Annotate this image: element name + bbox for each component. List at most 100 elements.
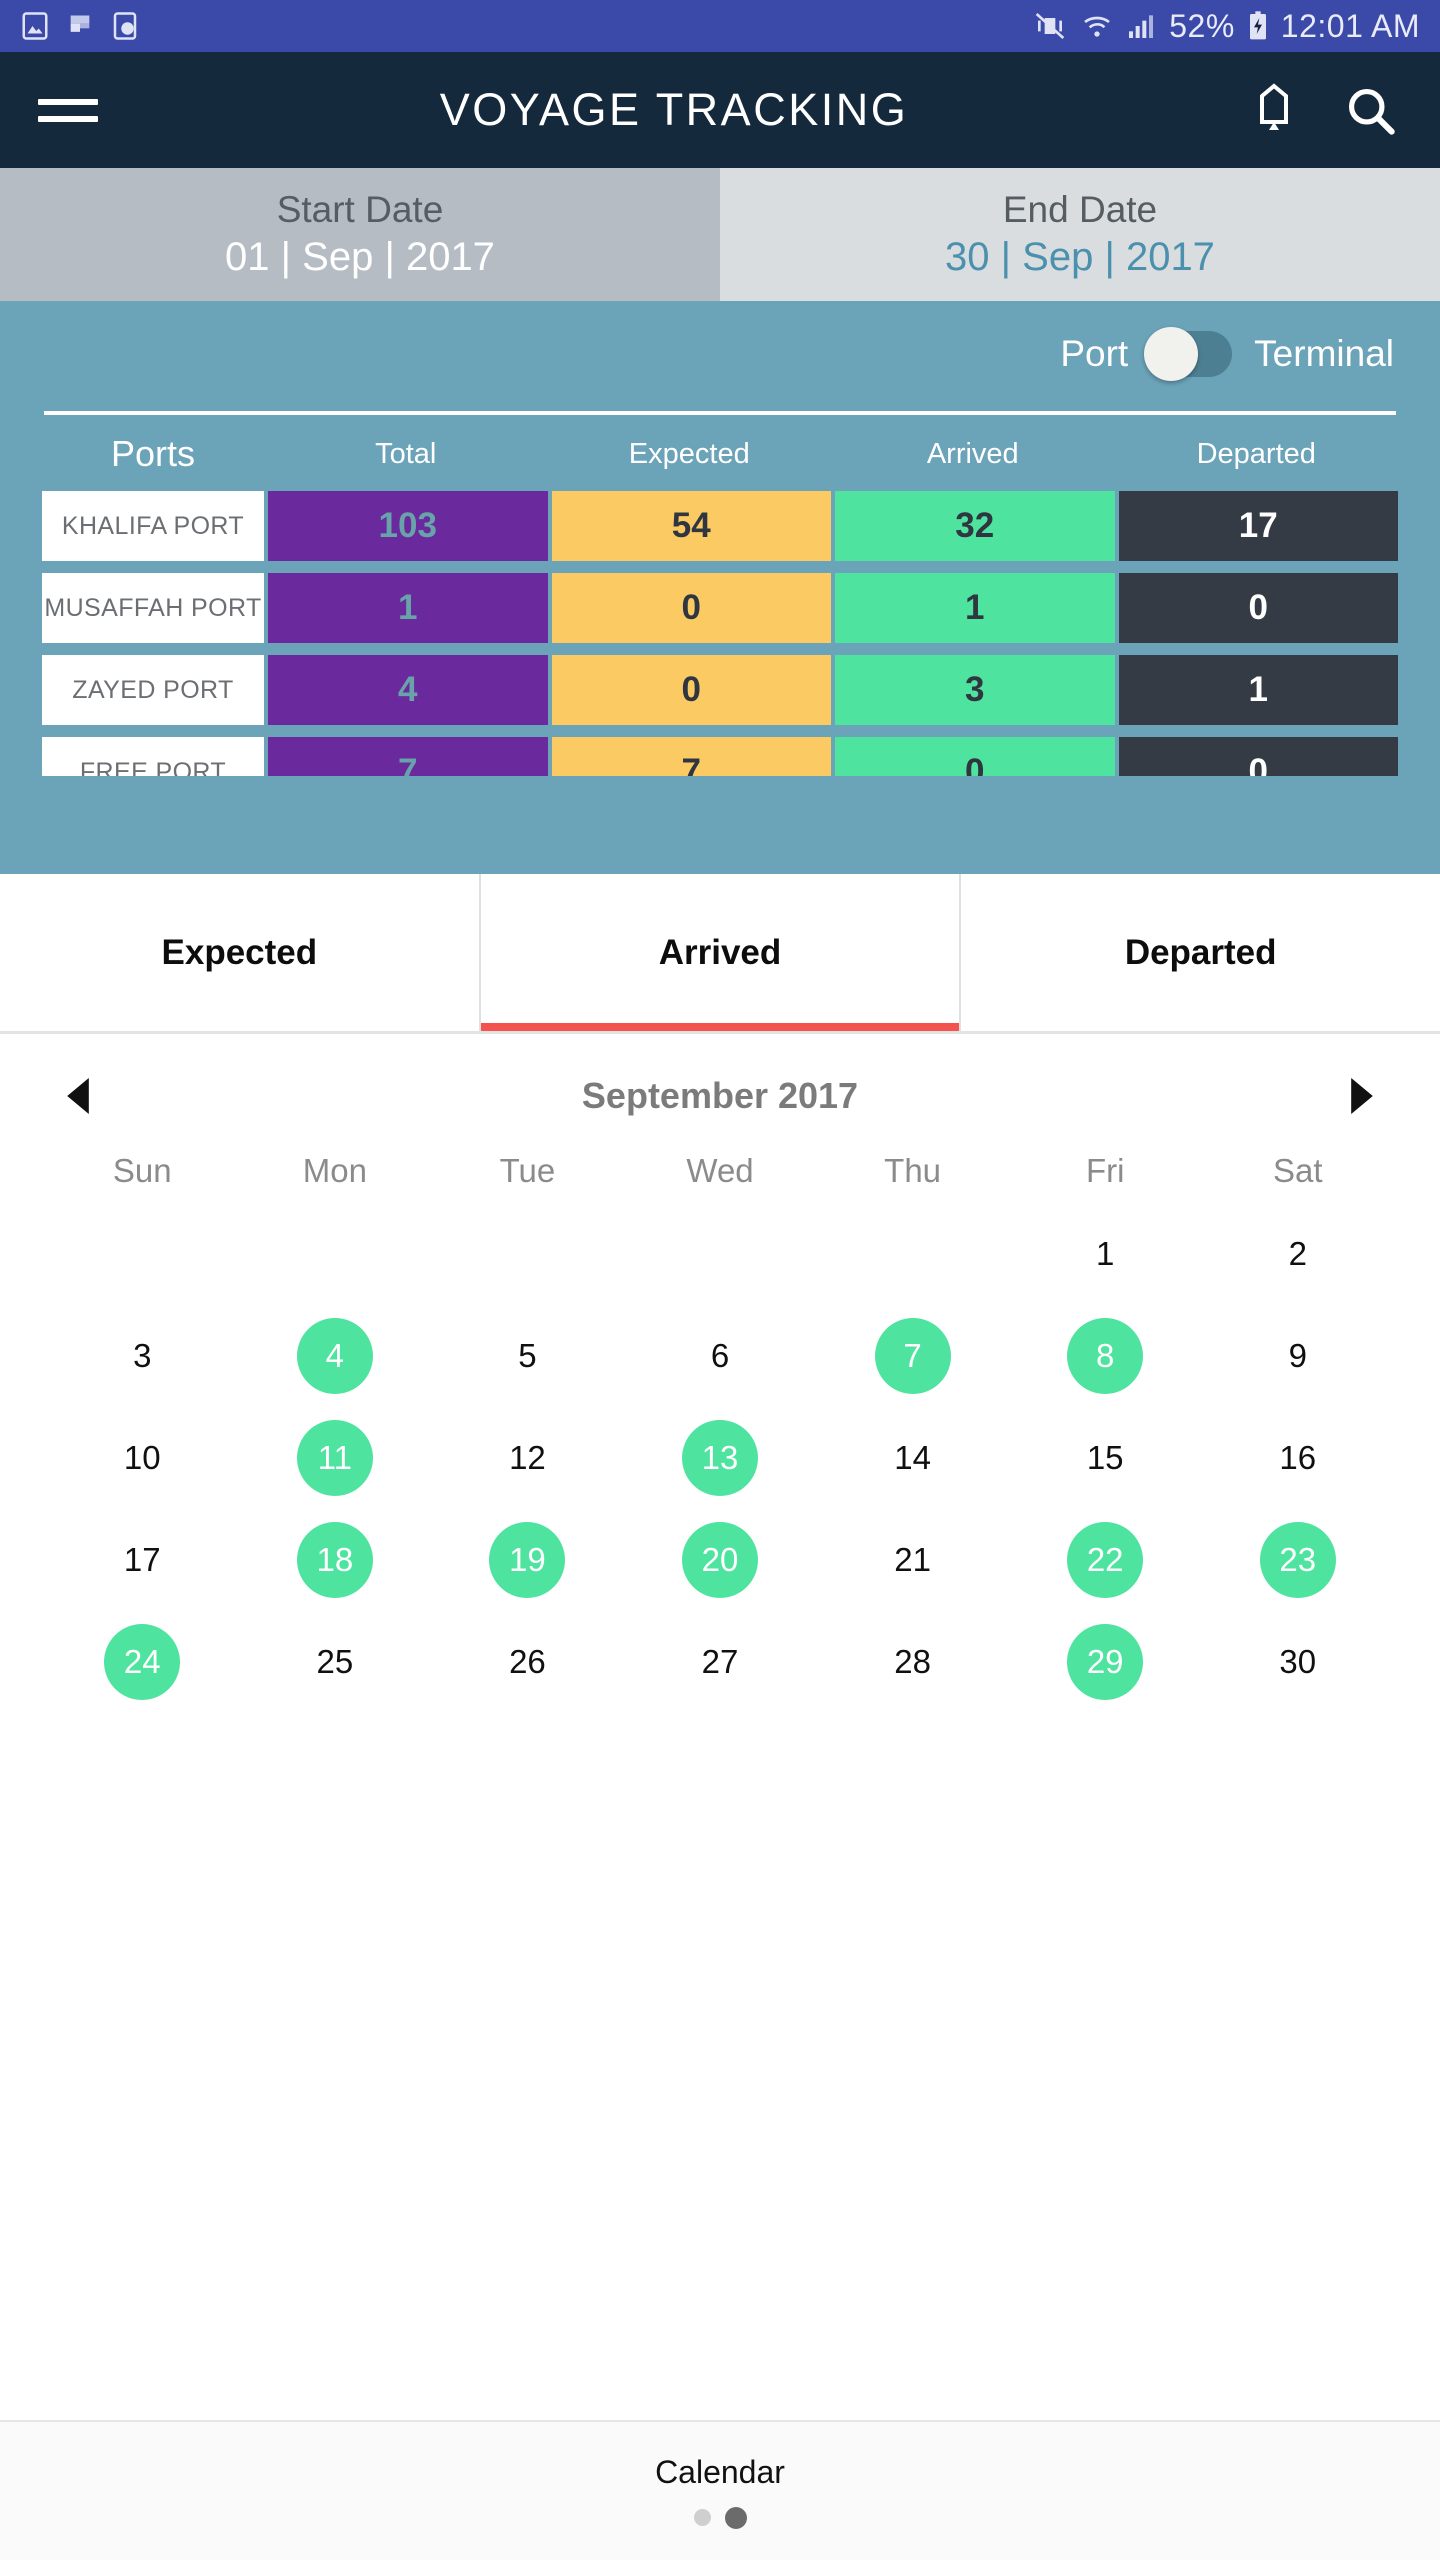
clock-app-icon	[113, 12, 137, 40]
app-bar-actions	[1250, 81, 1402, 139]
calendar-day-number: 23	[1259, 1522, 1336, 1598]
ports-table-body[interactable]: KHALIFA PORT 103 54 32 17 MUSAFFAH PORT …	[42, 491, 1398, 776]
day-name-mon: Mon	[302, 1152, 367, 1189]
page-indicator-dots[interactable]	[693, 2506, 747, 2529]
calendar-day[interactable]: 15	[1009, 1420, 1202, 1496]
calendar-day-number: 27	[701, 1643, 739, 1680]
table-row[interactable]: MUSAFFAH PORT 1 0 1 0	[42, 573, 1398, 643]
cell-expected: 7	[551, 737, 831, 776]
calendar-day-number: 1	[1095, 1235, 1115, 1272]
calendar-day[interactable]: 27	[624, 1624, 817, 1700]
page-dot[interactable]	[693, 2509, 711, 2526]
port-name: ZAYED PORT	[42, 655, 264, 725]
calendar-day-number: 13	[682, 1420, 759, 1496]
calendar-day[interactable]: 30	[1201, 1624, 1394, 1700]
calendar-day[interactable]: 9	[1201, 1318, 1394, 1394]
toggle-label-terminal[interactable]: Terminal	[1254, 333, 1394, 375]
day-name-tue: Tue	[499, 1152, 556, 1189]
table-row[interactable]: FREE PORT 7 7 0 0	[42, 737, 1398, 776]
cell-expected: 0	[551, 655, 831, 725]
table-row[interactable]: ZAYED PORT 4 0 3 1	[42, 655, 1398, 725]
footer: Calendar	[0, 2420, 1440, 2560]
calendar: September 2017 Sun Mon Tue Wed Thu Fri S…	[0, 1034, 1440, 2420]
calendar-day-marked[interactable]: 20	[624, 1522, 817, 1598]
calendar-day[interactable]: 3	[46, 1318, 239, 1394]
page-dot-active[interactable]	[724, 2506, 747, 2529]
column-header-arrived: Arrived	[926, 437, 1019, 470]
calendar-day-number: 7	[874, 1318, 951, 1394]
flipboard-icon	[70, 15, 90, 32]
calendar-day[interactable]: 6	[624, 1318, 817, 1394]
hamburger-menu-icon[interactable]	[38, 98, 98, 122]
column-header-total: Total	[375, 437, 437, 470]
end-date-value: 30 | Sep | 2017	[945, 235, 1215, 279]
calendar-day-marked[interactable]: 23	[1201, 1522, 1394, 1598]
calendar-day-marked[interactable]: 29	[1009, 1624, 1202, 1700]
calendar-day-names: Sun Mon Tue Wed Thu Fri Sat	[46, 1152, 1394, 1190]
calendar-day-number: 6	[710, 1337, 730, 1374]
status-bar-right-icons: 52% 12:01 AM	[1031, 8, 1420, 45]
tab-arrived[interactable]: Arrived	[478, 874, 962, 1031]
table-row[interactable]: KHALIFA PORT 103 54 32 17	[42, 491, 1398, 561]
end-date-picker[interactable]: End Date 30 | Sep | 2017	[720, 168, 1440, 301]
tab-departed[interactable]: Departed	[961, 874, 1440, 1031]
calendar-day-number: 26	[509, 1643, 546, 1680]
bell-icon[interactable]	[1250, 81, 1298, 139]
tab-expected[interactable]: Expected	[0, 874, 479, 1031]
calendar-day[interactable]: 2	[1201, 1216, 1394, 1292]
calendar-day-number: 11	[296, 1420, 373, 1496]
calendar-day-number: 24	[104, 1624, 181, 1700]
calendar-day[interactable]: 14	[816, 1420, 1009, 1496]
calendar-day-number: 20	[682, 1522, 759, 1598]
vibrate-off-icon	[1036, 13, 1065, 39]
column-header-expected: Expected	[628, 437, 750, 470]
cell-departed: 1	[1118, 655, 1398, 725]
calendar-day-marked[interactable]: 11	[239, 1420, 432, 1496]
calendar-day[interactable]: 5	[431, 1318, 624, 1394]
calendar-day[interactable]: 28	[816, 1624, 1009, 1700]
calendar-day[interactable]: 21	[816, 1522, 1009, 1598]
calendar-day[interactable]: 25	[239, 1624, 432, 1700]
day-name-fri: Fri	[1085, 1152, 1125, 1189]
day-name-wed: Wed	[686, 1152, 754, 1189]
cell-total: 7	[268, 737, 548, 776]
calendar-day-marked[interactable]: 7	[816, 1318, 1009, 1394]
calendar-day[interactable]: 16	[1201, 1420, 1394, 1496]
calendar-day-marked[interactable]: 13	[624, 1420, 817, 1496]
calendar-day[interactable]: 26	[431, 1624, 624, 1700]
calendar-day-marked[interactable]: 4	[239, 1318, 432, 1394]
calendar-day-empty	[431, 1216, 624, 1292]
calendar-day-marked[interactable]: 19	[431, 1522, 624, 1598]
calendar-day-marked[interactable]: 18	[239, 1522, 432, 1598]
calendar-day[interactable]: 12	[431, 1420, 624, 1496]
ports-summary-panel: Port Terminal Ports Total Expected Arriv…	[0, 301, 1440, 874]
calendar-day-number: 17	[123, 1541, 161, 1578]
date-range-selector: Start Date 01 | Sep | 2017 End Date 30 |…	[0, 168, 1440, 301]
calendar-day[interactable]: 17	[46, 1522, 239, 1598]
calendar-day-number: 30	[1279, 1643, 1317, 1680]
status-tabs: Expected Arrived Departed	[0, 874, 1440, 1034]
calendar-day[interactable]: 10	[46, 1420, 239, 1496]
calendar-day-marked[interactable]: 24	[46, 1624, 239, 1700]
cell-total: 4	[268, 655, 548, 725]
calendar-day-number: 22	[1067, 1522, 1144, 1598]
calendar-day-marked[interactable]: 8	[1009, 1318, 1202, 1394]
port-terminal-switch[interactable]	[1144, 327, 1233, 381]
column-header-ports: Ports	[110, 433, 196, 474]
search-icon[interactable]	[1344, 84, 1396, 136]
wifi-icon	[1084, 16, 1111, 37]
chevron-right-icon[interactable]	[1344, 1074, 1380, 1118]
table-column-headers: Ports Total Expected Arrived Departed	[42, 415, 1398, 489]
toggle-label-port[interactable]: Port	[1060, 333, 1128, 375]
calendar-week-row: 3 4 5 6 7 8 9	[46, 1318, 1394, 1394]
calendar-day-marked[interactable]: 22	[1009, 1522, 1202, 1598]
start-date-picker[interactable]: Start Date 01 | Sep | 2017	[0, 168, 720, 301]
calendar-week-row: 24 25 26 27 28 29 30	[46, 1624, 1394, 1700]
calendar-day[interactable]: 1	[1009, 1216, 1202, 1292]
calendar-day-number: 4	[296, 1318, 373, 1394]
calendar-day-number: 18	[296, 1522, 373, 1598]
cell-total: 103	[268, 491, 548, 561]
cell-arrived: 0	[835, 737, 1115, 776]
cell-arrived: 3	[835, 655, 1115, 725]
chevron-left-icon[interactable]	[60, 1074, 96, 1118]
